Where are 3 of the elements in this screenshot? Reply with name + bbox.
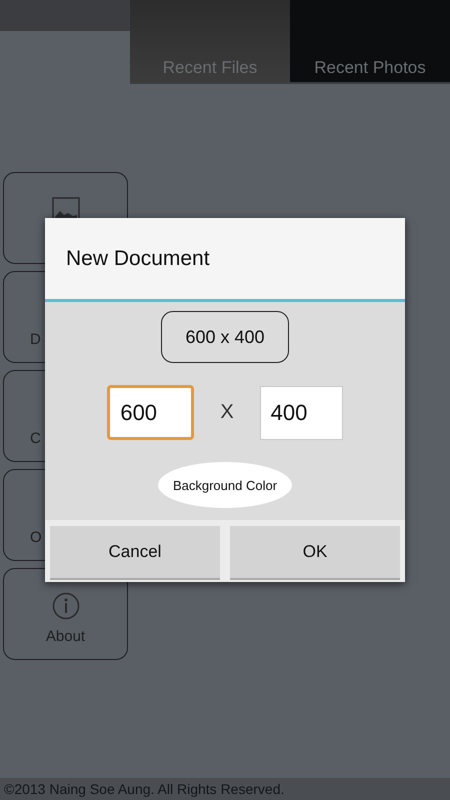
times-sign: X — [220, 401, 234, 424]
dialog-title: New Document — [45, 218, 405, 302]
copyright-text: ©2013 Naing Soe Aung. All Rights Reserved. — [0, 778, 450, 800]
